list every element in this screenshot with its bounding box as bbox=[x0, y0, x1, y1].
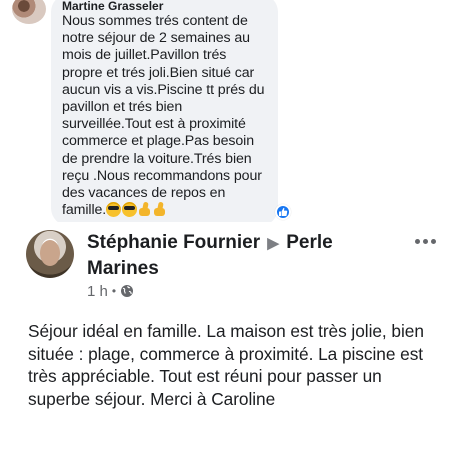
post-header: Stéphanie Fournier ▶ Perle Marines bbox=[87, 230, 407, 281]
post-author-avatar[interactable] bbox=[26, 230, 74, 278]
post-meta: 1 h • bbox=[87, 282, 134, 300]
thumbs-up-icon bbox=[138, 202, 153, 217]
avatar-face bbox=[40, 240, 60, 266]
more-options-button[interactable] bbox=[412, 232, 438, 250]
thumbs-up-icon bbox=[153, 202, 168, 217]
more-dot bbox=[422, 238, 428, 244]
comment-text-body: Nous sommes trés content de notre séjour… bbox=[62, 13, 265, 219]
meta-separator: • bbox=[111, 284, 117, 298]
like-reaction-icon[interactable] bbox=[275, 204, 291, 220]
post-author-name[interactable]: Stéphanie Fournier bbox=[87, 232, 260, 253]
more-dot bbox=[414, 238, 420, 244]
more-dot bbox=[430, 238, 436, 244]
like-icon bbox=[279, 207, 288, 216]
globe-icon[interactable] bbox=[120, 284, 134, 298]
comment-text: Nous sommes trés content de notre séjour… bbox=[62, 13, 268, 219]
smiling-face-with-sunglasses-icon bbox=[122, 202, 138, 218]
right-triangle-icon: ▶ bbox=[267, 235, 279, 252]
smiling-face-with-sunglasses-icon bbox=[106, 202, 122, 218]
post-timestamp[interactable]: 1 h bbox=[87, 283, 108, 300]
post-card: Stéphanie Fournier ▶ Perle Marines 1 h •… bbox=[12, 222, 450, 450]
comment-author-name[interactable]: Martine Grasseler bbox=[62, 0, 268, 10]
commenter-avatar[interactable] bbox=[12, 0, 46, 24]
comment-bubble: Martine Grasseler Nous sommes trés conte… bbox=[51, 0, 278, 226]
post-text: Séjour idéal en famille. La maison est t… bbox=[28, 321, 424, 409]
